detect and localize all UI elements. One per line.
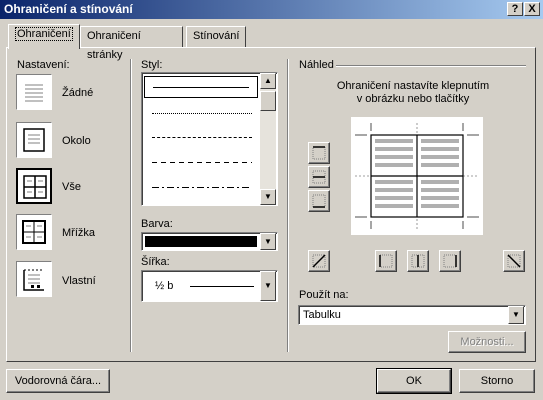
separator	[287, 59, 289, 352]
style-option-dotted[interactable]	[152, 113, 252, 114]
width-label: Šířka:	[141, 256, 170, 268]
preset-all-label: Vše	[62, 181, 81, 193]
border-diagonal-up-button[interactable]	[308, 250, 330, 272]
style-scrollbar[interactable]: ▲ ▼	[260, 73, 276, 205]
scroll-thumb[interactable]	[260, 91, 276, 111]
preset-custom-icon	[23, 269, 44, 291]
border-bottom-button[interactable]	[308, 190, 330, 212]
preset-custom[interactable]	[16, 261, 52, 297]
style-option-dash[interactable]	[152, 162, 252, 163]
title-bar: Ohraničení a stínování	[0, 0, 543, 19]
help-button[interactable]: ?	[507, 2, 523, 16]
style-label: Styl:	[141, 59, 163, 71]
tab-borders-label: Ohraničení	[15, 27, 73, 41]
apply-to-dropdown[interactable]: Tabulku ▼	[298, 305, 526, 325]
preview-label: Náhled	[299, 59, 334, 71]
ok-button[interactable]: OK	[376, 368, 452, 394]
horizontal-line-button[interactable]: Vodorovná čára...	[6, 369, 110, 393]
tab-borders[interactable]: Ohraničení	[8, 24, 80, 49]
preset-all-icon	[23, 175, 47, 199]
border-diagonal-down-button[interactable]	[503, 250, 525, 272]
preset-none[interactable]	[16, 74, 52, 110]
style-option-dash-dot[interactable]	[152, 187, 252, 188]
tab-page-border[interactable]: Ohraničení stránky	[80, 26, 183, 61]
preset-box-label: Okolo	[62, 135, 91, 147]
cancel-button[interactable]: Storno	[459, 369, 535, 393]
width-line-sample	[190, 286, 254, 287]
close-button[interactable]: X	[524, 2, 540, 16]
tab-shading-label: Stínování	[193, 30, 240, 42]
border-inside-vertical-button[interactable]	[407, 250, 429, 272]
preset-grid[interactable]	[16, 214, 52, 250]
style-list[interactable]: ▲ ▼	[141, 72, 278, 206]
separator	[130, 59, 132, 352]
window-title: Ohraničení a stínování	[4, 2, 133, 16]
preset-all[interactable]	[16, 168, 52, 204]
preview-hint-line2: v obrázku nebo tlačítky	[356, 93, 470, 105]
width-dropdown[interactable]: ½ b ▼	[141, 270, 278, 302]
chevron-down-icon[interactable]: ▼	[508, 306, 524, 324]
width-value: ½ b	[155, 280, 174, 292]
color-swatch	[145, 236, 257, 247]
border-right-icon	[443, 254, 457, 268]
scroll-down-icon[interactable]: ▼	[260, 189, 276, 205]
style-option-small-dash[interactable]	[152, 137, 252, 138]
diagonal-up-icon	[312, 254, 326, 268]
style-option-selected[interactable]	[144, 76, 258, 98]
scroll-up-icon[interactable]: ▲	[260, 73, 276, 89]
diagonal-down-icon	[507, 254, 521, 268]
border-inside-vertical-icon	[411, 254, 425, 268]
border-inside-horizontal-icon	[312, 170, 326, 184]
border-top-icon	[312, 146, 326, 160]
preview-table-icon	[355, 123, 479, 229]
apply-to-label: Použít na:	[299, 289, 349, 301]
border-left-button[interactable]	[375, 250, 397, 272]
chevron-down-icon[interactable]: ▼	[260, 271, 276, 301]
border-bottom-icon	[312, 194, 326, 208]
color-dropdown[interactable]: ▼	[141, 232, 278, 251]
border-top-button[interactable]	[308, 142, 330, 164]
preset-grid-label: Mřížka	[62, 227, 95, 239]
preview-hint-line1: Ohraničení nastavíte klepnutím	[336, 80, 490, 92]
options-button[interactable]: Možnosti...	[448, 331, 526, 353]
border-left-icon	[379, 254, 393, 268]
preset-box[interactable]	[16, 122, 52, 158]
border-inside-horizontal-button[interactable]	[308, 166, 330, 188]
preset-grid-icon	[22, 220, 46, 244]
chevron-down-icon[interactable]: ▼	[260, 233, 276, 250]
apply-to-value: Tabulku	[303, 309, 341, 321]
separator	[336, 65, 526, 67]
border-right-button[interactable]	[439, 250, 461, 272]
settings-label: Nastavení:	[17, 59, 70, 71]
preset-box-icon	[23, 128, 45, 152]
preset-none-icon	[25, 84, 43, 102]
color-label: Barva:	[141, 218, 173, 230]
tab-shading[interactable]: Stínování	[186, 26, 246, 47]
preset-custom-label: Vlastní	[62, 275, 96, 287]
preview-area[interactable]	[351, 117, 483, 235]
preset-none-label: Žádné	[62, 87, 94, 99]
